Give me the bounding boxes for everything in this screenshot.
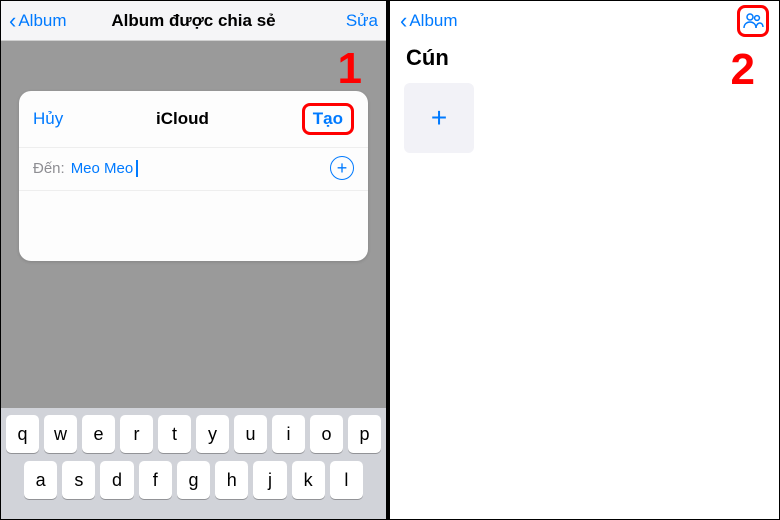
add-photo-button[interactable]: + <box>404 83 474 153</box>
key-t[interactable]: t <box>158 415 191 453</box>
key-d[interactable]: d <box>100 461 133 499</box>
nav-bar: ‹ Album Album được chia sẻ Sửa <box>1 1 386 41</box>
text-cursor <box>136 160 138 177</box>
key-y[interactable]: y <box>196 415 229 453</box>
back-label: Album <box>18 11 66 31</box>
sheet-title: iCloud <box>156 109 209 129</box>
key-q[interactable]: q <box>6 415 39 453</box>
key-p[interactable]: p <box>348 415 381 453</box>
to-label: Đến: <box>33 160 65 177</box>
kb-row-2: a s d f g h j k l <box>6 461 381 499</box>
key-k[interactable]: k <box>292 461 325 499</box>
sheet-body <box>19 191 368 261</box>
chevron-left-icon: ‹ <box>400 10 407 32</box>
key-r[interactable]: r <box>120 415 153 453</box>
back-button-right[interactable]: ‹ Album <box>400 10 458 32</box>
plus-icon: + <box>431 102 447 134</box>
create-button[interactable]: Tạo <box>302 103 354 135</box>
back-button[interactable]: ‹ Album <box>9 10 67 32</box>
edit-button[interactable]: Sửa <box>346 11 378 31</box>
plus-icon: + <box>337 159 348 177</box>
left-body: 1 Hủy iCloud Tạo Đến: Meo Meo + q w e <box>1 41 386 519</box>
key-i[interactable]: i <box>272 415 305 453</box>
right-screenshot: ‹ Album Cún + 2 <box>390 1 779 519</box>
to-value: Meo Meo <box>71 160 134 177</box>
back-label: Album <box>409 11 457 31</box>
key-e[interactable]: e <box>82 415 115 453</box>
people-icon <box>742 12 764 30</box>
add-contact-button[interactable]: + <box>330 156 354 180</box>
sheet-header: Hủy iCloud Tạo <box>19 91 368 147</box>
keyboard: q w e r t y u i o p a s d f g h j k l <box>1 408 386 519</box>
key-f[interactable]: f <box>139 461 172 499</box>
key-j[interactable]: j <box>253 461 286 499</box>
kb-row-1: q w e r t y u i o p <box>6 415 381 453</box>
people-button[interactable] <box>737 5 769 37</box>
key-o[interactable]: o <box>310 415 343 453</box>
key-u[interactable]: u <box>234 415 267 453</box>
album-title: Cún <box>390 41 779 83</box>
key-s[interactable]: s <box>62 461 95 499</box>
step-annotation-1: 1 <box>338 44 362 94</box>
icloud-sheet: Hủy iCloud Tạo Đến: Meo Meo + <box>19 91 368 261</box>
key-w[interactable]: w <box>44 415 77 453</box>
left-screenshot: ‹ Album Album được chia sẻ Sửa 1 Hủy iCl… <box>1 1 390 519</box>
key-h[interactable]: h <box>215 461 248 499</box>
key-a[interactable]: a <box>24 461 57 499</box>
key-g[interactable]: g <box>177 461 210 499</box>
step-annotation-2: 2 <box>731 45 755 95</box>
nav-title: Album được chia sẻ <box>111 11 275 31</box>
key-l[interactable]: l <box>330 461 363 499</box>
cancel-button[interactable]: Hủy <box>33 109 63 129</box>
chevron-left-icon: ‹ <box>9 10 16 32</box>
nav-bar-right: ‹ Album <box>390 1 779 41</box>
recipient-row[interactable]: Đến: Meo Meo + <box>19 147 368 191</box>
